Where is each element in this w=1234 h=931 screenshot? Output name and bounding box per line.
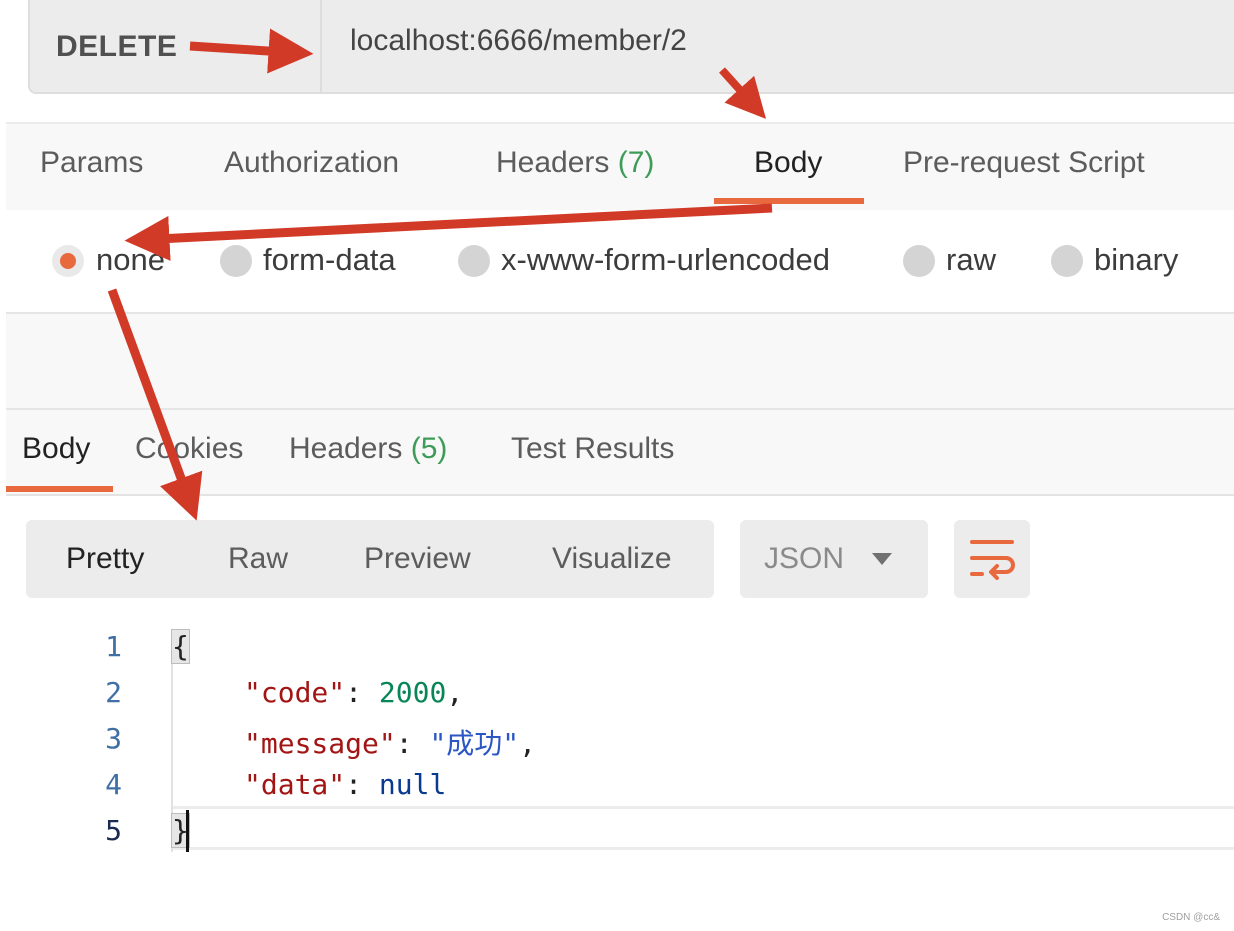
caret-down-icon [872, 553, 892, 565]
code-line-4: "data": null [244, 768, 446, 801]
radio-button-icon[interactable] [903, 245, 935, 277]
radio-button-icon[interactable] [220, 245, 252, 277]
json-key: "data" [244, 768, 346, 801]
radio-button-icon[interactable] [458, 245, 490, 277]
radio-button-icon[interactable] [52, 245, 84, 277]
view-preview-button[interactable]: Preview [364, 542, 471, 576]
json-number: 2000 [378, 676, 447, 709]
tab-headers-label: Headers [496, 146, 610, 179]
method-label: DELETE [56, 30, 178, 63]
line-number: 1 [105, 630, 122, 663]
line-number: 5 [105, 814, 122, 847]
json-colon: : [345, 676, 379, 709]
response-tab-headers-count: (5) [410, 432, 448, 465]
radio-button-icon[interactable] [1051, 245, 1083, 277]
tab-pre-request-script[interactable]: Pre-request Script [903, 146, 1145, 180]
json-key: "code" [244, 676, 346, 709]
line-number: 4 [105, 768, 122, 801]
tab-body[interactable]: Body [754, 146, 822, 180]
response-tab-body-active-indicator [6, 486, 113, 492]
tab-headers-count: (7) [617, 146, 655, 179]
response-tab-headers-label: Headers [289, 432, 403, 465]
view-raw-button[interactable]: Raw [228, 542, 288, 576]
request-body-empty-area [6, 314, 1234, 410]
response-code-viewer[interactable] [6, 598, 1234, 931]
url-input[interactable]: localhost:6666/member/2 [350, 24, 687, 58]
json-colon: : [345, 768, 379, 801]
radio-label-none[interactable]: none [96, 242, 165, 278]
response-tab-cookies[interactable]: Cookies [135, 432, 243, 466]
wrap-lines-button[interactable] [954, 520, 1030, 598]
wrap-lines-icon [970, 540, 1015, 580]
format-select-value: JSON [764, 542, 845, 575]
radio-label-binary[interactable]: binary [1094, 242, 1178, 278]
json-null: null [378, 768, 447, 801]
json-string: "成功" [429, 727, 520, 760]
code-line-2: "code": 2000, [244, 676, 463, 709]
response-tab-body[interactable]: Body [22, 432, 90, 466]
view-pretty-button[interactable]: Pretty [66, 542, 144, 576]
json-colon: : [395, 727, 430, 760]
text-cursor [186, 810, 189, 852]
json-key: "message" [244, 727, 396, 760]
tab-headers[interactable]: Headers (7) [496, 146, 654, 180]
line-number: 2 [105, 676, 122, 709]
json-comma: , [446, 676, 464, 709]
current-line-highlight [172, 806, 1234, 850]
response-tab-test-results[interactable]: Test Results [511, 432, 674, 466]
tab-params[interactable]: Params [40, 146, 143, 180]
response-tab-headers[interactable]: Headers (5) [289, 432, 447, 466]
code-line-3: "message": "成功", [244, 722, 536, 762]
radio-label-form-data[interactable]: form-data [263, 242, 396, 278]
json-comma: , [519, 727, 537, 760]
tab-authorization[interactable]: Authorization [224, 146, 399, 180]
radio-label-urlencoded[interactable]: x-www-form-urlencoded [501, 242, 830, 278]
line-number: 3 [105, 722, 122, 755]
radio-label-raw[interactable]: raw [946, 242, 996, 278]
method-select[interactable]: DELETE [28, 0, 322, 94]
view-visualize-button[interactable]: Visualize [552, 542, 672, 576]
watermark: CSDN @cc& [1162, 912, 1220, 923]
code-line-1: { [171, 629, 190, 664]
tab-body-active-indicator [714, 198, 864, 204]
matched-brace: { [171, 629, 190, 664]
